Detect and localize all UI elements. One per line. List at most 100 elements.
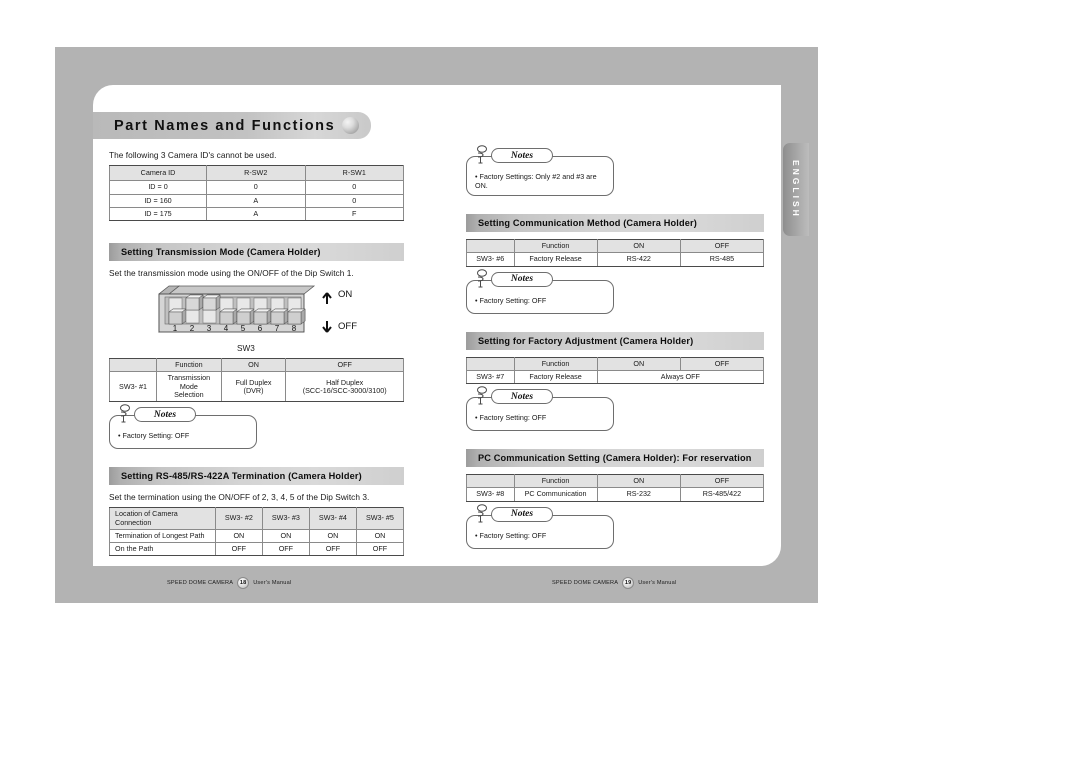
- cell-function: PC Communication: [513, 487, 598, 502]
- table-row: ID = 0 0 0: [108, 180, 404, 195]
- section-header-transmission: Setting Transmission Mode (Camera Holder…: [109, 243, 404, 262]
- table-row: Termination of Longest Path ON ON ON ON: [109, 528, 405, 544]
- transmission-description: Set the transmission mode using the ON/O…: [109, 268, 354, 279]
- th-blank: [108, 358, 158, 373]
- note-item: • Factory Setting: OFF: [118, 431, 190, 441]
- th-rsw1: R-SW1: [304, 164, 404, 182]
- cell-location: Termination of Longest Path: [109, 528, 216, 544]
- on-off-indicator: ON OFF: [321, 288, 391, 340]
- camera-id-table: Camera ID R-SW2 R-SW1 ID = 0 0 0 ID = 16…: [108, 164, 404, 222]
- page-root: ENGLISH Part Names and Functions The fol…: [0, 0, 1080, 763]
- footer-page-number: 19: [622, 577, 635, 589]
- th-off: OFF: [679, 356, 765, 371]
- cell-function: Transmission Mode Selection: [156, 371, 222, 403]
- section-header-termination: Setting RS-485/RS-422A Termination (Came…: [109, 467, 404, 486]
- notes-block-pc-communication: Notes • Factory Setting: OFF: [466, 503, 614, 549]
- cell-sw2: ON: [214, 528, 263, 544]
- table-row: SW3- #1 Transmission Mode Selection Full…: [108, 371, 404, 403]
- cell-always-off: Always OFF: [596, 369, 765, 385]
- svg-text:3: 3: [207, 324, 212, 333]
- cell-switch: SW3- #6: [466, 252, 515, 267]
- termination-table: Location of Camera Connection SW3- #2 SW…: [109, 507, 405, 557]
- section-header-communication: Setting Communication Method (Camera Hol…: [466, 214, 764, 232]
- table-row: SW3- #7 Factory Release Always OFF: [466, 369, 765, 385]
- th-sw4: SW3- #4: [308, 507, 357, 530]
- cell-rsw2: A: [206, 193, 306, 208]
- footer-manual-label: User's Manual: [638, 580, 677, 586]
- cell-sw3: ON: [261, 528, 310, 544]
- table-row: SW3- #6 Factory Release RS-422 RS-485: [466, 252, 765, 267]
- cell-sw4: OFF: [308, 542, 357, 557]
- cell-sw5: OFF: [355, 542, 405, 557]
- right-column: Notes • Factory Settings: Only #2 and #3…: [466, 145, 765, 549]
- cell-rsw1: 0: [304, 180, 404, 195]
- table-row: SW3- #8 PC Communication RS-232 RS-485/4…: [466, 487, 765, 502]
- section-header-pc-communication: PC Communication Setting (Camera Holder)…: [466, 449, 764, 468]
- pin-icon: [477, 145, 487, 164]
- cell-rsw1: 0: [304, 193, 404, 208]
- notes-label: Notes: [510, 509, 534, 520]
- svg-text:7: 7: [275, 324, 280, 333]
- pin-icon: [120, 404, 130, 423]
- termination-description: Set the termination using the ON/OFF of …: [109, 492, 370, 503]
- notes-tab: Notes: [491, 271, 553, 287]
- svg-text:4: 4: [224, 324, 229, 333]
- arrow-up-down-icon: [322, 292, 332, 333]
- th-on: ON: [596, 474, 681, 489]
- cell-sw2: OFF: [214, 542, 263, 557]
- cell-function: Factory Release: [513, 252, 598, 267]
- th-on: ON: [220, 358, 287, 373]
- th-function: Function: [513, 356, 598, 371]
- th-sw5: SW3- #5: [355, 507, 405, 530]
- notes-label: Notes: [510, 391, 534, 402]
- pin-icon: [477, 386, 487, 405]
- pin-icon: [477, 503, 487, 523]
- table-row: ID = 160 A 0: [108, 193, 404, 208]
- table-header-row: Function ON OFF: [466, 474, 765, 489]
- cell-id: ID = 0: [108, 180, 208, 195]
- dip-switch-illustration: 1 2 3 4 5 6 7 8 ON OFF SW3: [109, 284, 404, 358]
- notes-tab: Notes: [491, 148, 553, 163]
- footer-product-name: SPEED DOME CAMERA: [552, 580, 619, 586]
- cell-id: ID = 160: [108, 193, 208, 208]
- cell-switch: SW3- #1: [108, 371, 158, 403]
- th-off: OFF: [679, 238, 765, 254]
- th-on: ON: [596, 238, 681, 254]
- cell-off: Half Duplex (SCC-16/SCC-3000/3100): [285, 371, 404, 403]
- cell-rsw2: A: [206, 206, 306, 222]
- note-item: • Factory Setting: OFF: [475, 295, 547, 305]
- section-title: Setting RS-485/RS-422A Termination (Came…: [121, 471, 362, 482]
- table-row: ID = 175 A F: [108, 206, 404, 222]
- notes-block-transmission: Notes • Factory Setting: OFF: [109, 404, 257, 450]
- transmission-mode-table: Function ON OFF SW3- #1 Transmission Mod…: [108, 358, 404, 403]
- cell-id: ID = 175: [108, 206, 208, 222]
- footer-manual-label: User's Manual: [253, 580, 292, 586]
- footer-page-number: 18: [237, 577, 250, 589]
- th-off: OFF: [679, 474, 765, 489]
- section-title: Setting for Factory Adjustment (Camera H…: [478, 335, 694, 346]
- note-item: • Factory Setting: OFF: [475, 530, 547, 540]
- svg-text:6: 6: [258, 324, 263, 333]
- dip-switch-graphic: 1 2 3 4 5 6 7 8: [158, 285, 316, 333]
- th-rsw2: R-SW2: [206, 164, 306, 182]
- section-title: Setting Communication Method (Camera Hol…: [478, 218, 697, 228]
- cell-off: RS-485/422: [679, 487, 765, 502]
- th-location: Location of Camera Connection: [109, 507, 216, 530]
- on-label: ON: [338, 289, 353, 301]
- svg-text:2: 2: [190, 324, 195, 333]
- section-header-factory-adjustment: Setting for Factory Adjustment (Camera H…: [466, 331, 764, 350]
- off-label: OFF: [338, 321, 357, 333]
- note-item: • Factory Setting: OFF: [475, 413, 547, 423]
- factory-adjustment-table: Function ON OFF SW3- #7 Factory Release …: [466, 356, 765, 385]
- footer-product-name: SPEED DOME CAMERA: [167, 580, 234, 586]
- notes-tab: Notes: [134, 407, 196, 423]
- svg-text:5: 5: [241, 324, 246, 333]
- notes-block-top: Notes • Factory Settings: Only #2 and #3…: [466, 145, 614, 196]
- table-header-row: Location of Camera Connection SW3- #2 SW…: [109, 507, 405, 530]
- section-title: Setting Transmission Mode (Camera Holder…: [121, 247, 321, 258]
- cell-sw5: ON: [355, 528, 405, 544]
- language-tab-label: ENGLISH: [791, 160, 801, 219]
- language-tab-english: ENGLISH: [783, 143, 809, 236]
